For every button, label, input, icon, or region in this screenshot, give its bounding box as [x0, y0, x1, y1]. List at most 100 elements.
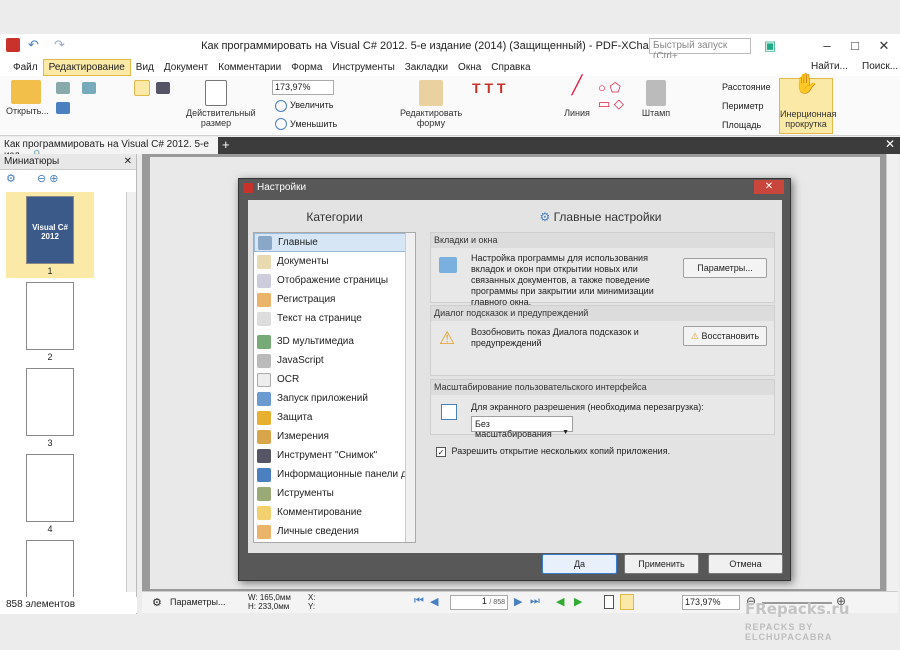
- ruler-icon: [257, 429, 271, 444]
- menu-help[interactable]: Справка: [486, 60, 535, 75]
- thumbnails-scrollbar[interactable]: [126, 192, 136, 592]
- edit-form-button[interactable]: Редактировать форму: [400, 80, 462, 128]
- stamp-button[interactable]: Штамп: [640, 80, 672, 118]
- warning-icon: ⚠: [439, 328, 456, 348]
- dialog-footer: Да Применить Отмена: [239, 553, 790, 581]
- thumbnail-page-3[interactable]: [26, 368, 74, 436]
- menu-form[interactable]: Форма: [286, 60, 327, 75]
- menu-tools[interactable]: Инструменты: [327, 60, 399, 75]
- inertial-scroll-button[interactable]: ✋ Инерционная прокрутка: [779, 74, 836, 134]
- cancel-button[interactable]: Отмена: [708, 554, 783, 574]
- line-button[interactable]: ╱ Линия: [560, 76, 594, 118]
- status-settings-icon[interactable]: ⚙: [152, 596, 162, 609]
- category-tools[interactable]: Иструменты: [254, 484, 415, 503]
- tabs-windows-params-button[interactable]: Параметры...: [683, 258, 767, 278]
- general-icon: [258, 235, 272, 250]
- multi-instance-checkbox[interactable]: ✓: [436, 446, 446, 457]
- distance-tool[interactable]: Расстояние: [722, 82, 771, 92]
- thumbnail-page-1[interactable]: Visual C# 2012: [26, 196, 74, 264]
- viewer-scrollbar[interactable]: [886, 154, 898, 591]
- open-button[interactable]: Открыть...: [6, 80, 49, 116]
- tab-document[interactable]: Как программировать на Visual C# 2012. 5…: [0, 137, 218, 161]
- camera-icon[interactable]: [156, 82, 170, 94]
- close-tab-icon[interactable]: ✕: [885, 137, 895, 151]
- thumbnail-toolbar: ⚙ ⊖ ⊕: [0, 170, 136, 190]
- 3d-icon: [257, 334, 271, 349]
- category-3d[interactable]: 3D мультимедиа: [254, 332, 415, 351]
- thumbnail-count: 858 элементов: [0, 597, 137, 613]
- zoom-out-icon[interactable]: [275, 118, 287, 130]
- nav-prev-icon[interactable]: ◀: [430, 595, 438, 608]
- menu-document[interactable]: Документ: [159, 60, 213, 75]
- category-security[interactable]: Защита: [254, 408, 415, 427]
- zoom-in-label[interactable]: Увеличить: [290, 100, 333, 110]
- print-icon[interactable]: [56, 82, 70, 94]
- category-commenting[interactable]: Комментирование: [254, 503, 415, 522]
- ok-button[interactable]: Да: [542, 554, 617, 574]
- area-tool[interactable]: Площадь: [722, 120, 761, 130]
- zoom-out-label[interactable]: Уменьшить: [290, 119, 337, 129]
- search-button[interactable]: Поиск...: [857, 59, 900, 74]
- category-identity[interactable]: Личные сведения: [254, 522, 415, 541]
- status-params-button[interactable]: Параметры...: [170, 597, 225, 607]
- forward-icon[interactable]: ▶: [574, 595, 582, 608]
- menu-file[interactable]: Файл: [8, 60, 43, 75]
- menu-view[interactable]: Вид: [131, 60, 159, 75]
- menu-windows[interactable]: Окна: [453, 60, 486, 75]
- continuous-page-icon[interactable]: [620, 594, 634, 610]
- category-documents[interactable]: Документы: [254, 252, 415, 271]
- menu-bookmarks[interactable]: Закладки: [400, 60, 453, 75]
- zoom-select[interactable]: 173,97%: [272, 80, 334, 95]
- save-icon[interactable]: [56, 102, 70, 114]
- status-y: Y:: [308, 602, 316, 611]
- zoom-in-thumb-icon[interactable]: ⊕: [49, 173, 58, 185]
- category-info-panels[interactable]: Информационные панели до: [254, 465, 415, 484]
- thumbnail-num-1: 1: [47, 266, 53, 276]
- perimeter-tool[interactable]: Периметр: [722, 101, 764, 111]
- zoom-in-icon[interactable]: [275, 100, 287, 112]
- new-tab-icon[interactable]: +: [222, 137, 230, 152]
- email-icon[interactable]: [82, 82, 96, 94]
- restore-button[interactable]: ⚠ Восстановить: [683, 326, 767, 346]
- thumbnail-page-2[interactable]: [26, 282, 74, 350]
- text-tools-icon[interactable]: T T T: [472, 80, 505, 96]
- menu-comments[interactable]: Комментарии: [213, 60, 286, 75]
- category-general[interactable]: Главные: [254, 233, 415, 252]
- actual-size-button[interactable]: Действительный размер: [186, 80, 256, 128]
- ribbon-options-icon[interactable]: ▣: [758, 36, 782, 56]
- back-icon[interactable]: ◀: [556, 595, 564, 608]
- ui-scaling-select[interactable]: Без масштабирования ▼: [471, 416, 573, 439]
- close-button[interactable]: ✕: [872, 36, 896, 56]
- apply-button[interactable]: Применить: [624, 554, 699, 574]
- category-javascript[interactable]: JavaScript: [254, 351, 415, 370]
- group-ui-scaling-header: Масштабирование пользовательского интерф…: [431, 380, 774, 395]
- category-snapshot[interactable]: Инструмент "Снимок": [254, 446, 415, 465]
- nav-last-icon[interactable]: ⏭: [530, 595, 540, 608]
- page-number-input[interactable]: 1 / 858: [450, 595, 508, 610]
- category-page-display[interactable]: Отображение страницы: [254, 271, 415, 290]
- hand-tool-icon[interactable]: [134, 80, 150, 96]
- multi-instance-row: ✓ Разрешить открытие нескольких копий пр…: [436, 446, 671, 457]
- dialog-close-button[interactable]: ✕: [754, 180, 784, 194]
- single-page-icon[interactable]: [604, 595, 614, 609]
- category-launch-apps[interactable]: Запуск приложений: [254, 389, 415, 408]
- thumbnail-page-4[interactable]: [26, 454, 74, 522]
- zoom-out-thumb-icon[interactable]: ⊖: [37, 173, 46, 185]
- settings-icon[interactable]: ⚙: [6, 173, 16, 185]
- javascript-icon: [257, 353, 271, 368]
- shapes-icon[interactable]: ○ ⬠ ▭ ◇: [598, 80, 624, 112]
- category-ocr[interactable]: OCR: [254, 370, 415, 389]
- categories-scrollbar[interactable]: [405, 233, 415, 542]
- quick-launch-input[interactable]: Быстрый запуск (Ctrl+.: [649, 38, 751, 62]
- category-page-text[interactable]: Текст на странице: [254, 309, 415, 328]
- panel-close-icon[interactable]: ✕: [124, 156, 132, 167]
- nav-first-icon[interactable]: ⏮: [414, 595, 424, 608]
- category-measurement[interactable]: Измерения: [254, 427, 415, 446]
- find-button[interactable]: Найти...: [806, 59, 853, 74]
- maximize-button[interactable]: □: [843, 36, 867, 56]
- menu-edit[interactable]: Редактирование: [42, 58, 131, 76]
- category-registration[interactable]: Регистрация: [254, 290, 415, 309]
- nav-next-icon[interactable]: ▶: [514, 595, 522, 608]
- minimize-button[interactable]: –: [815, 36, 839, 56]
- status-zoom-select[interactable]: 173,97%: [682, 595, 740, 610]
